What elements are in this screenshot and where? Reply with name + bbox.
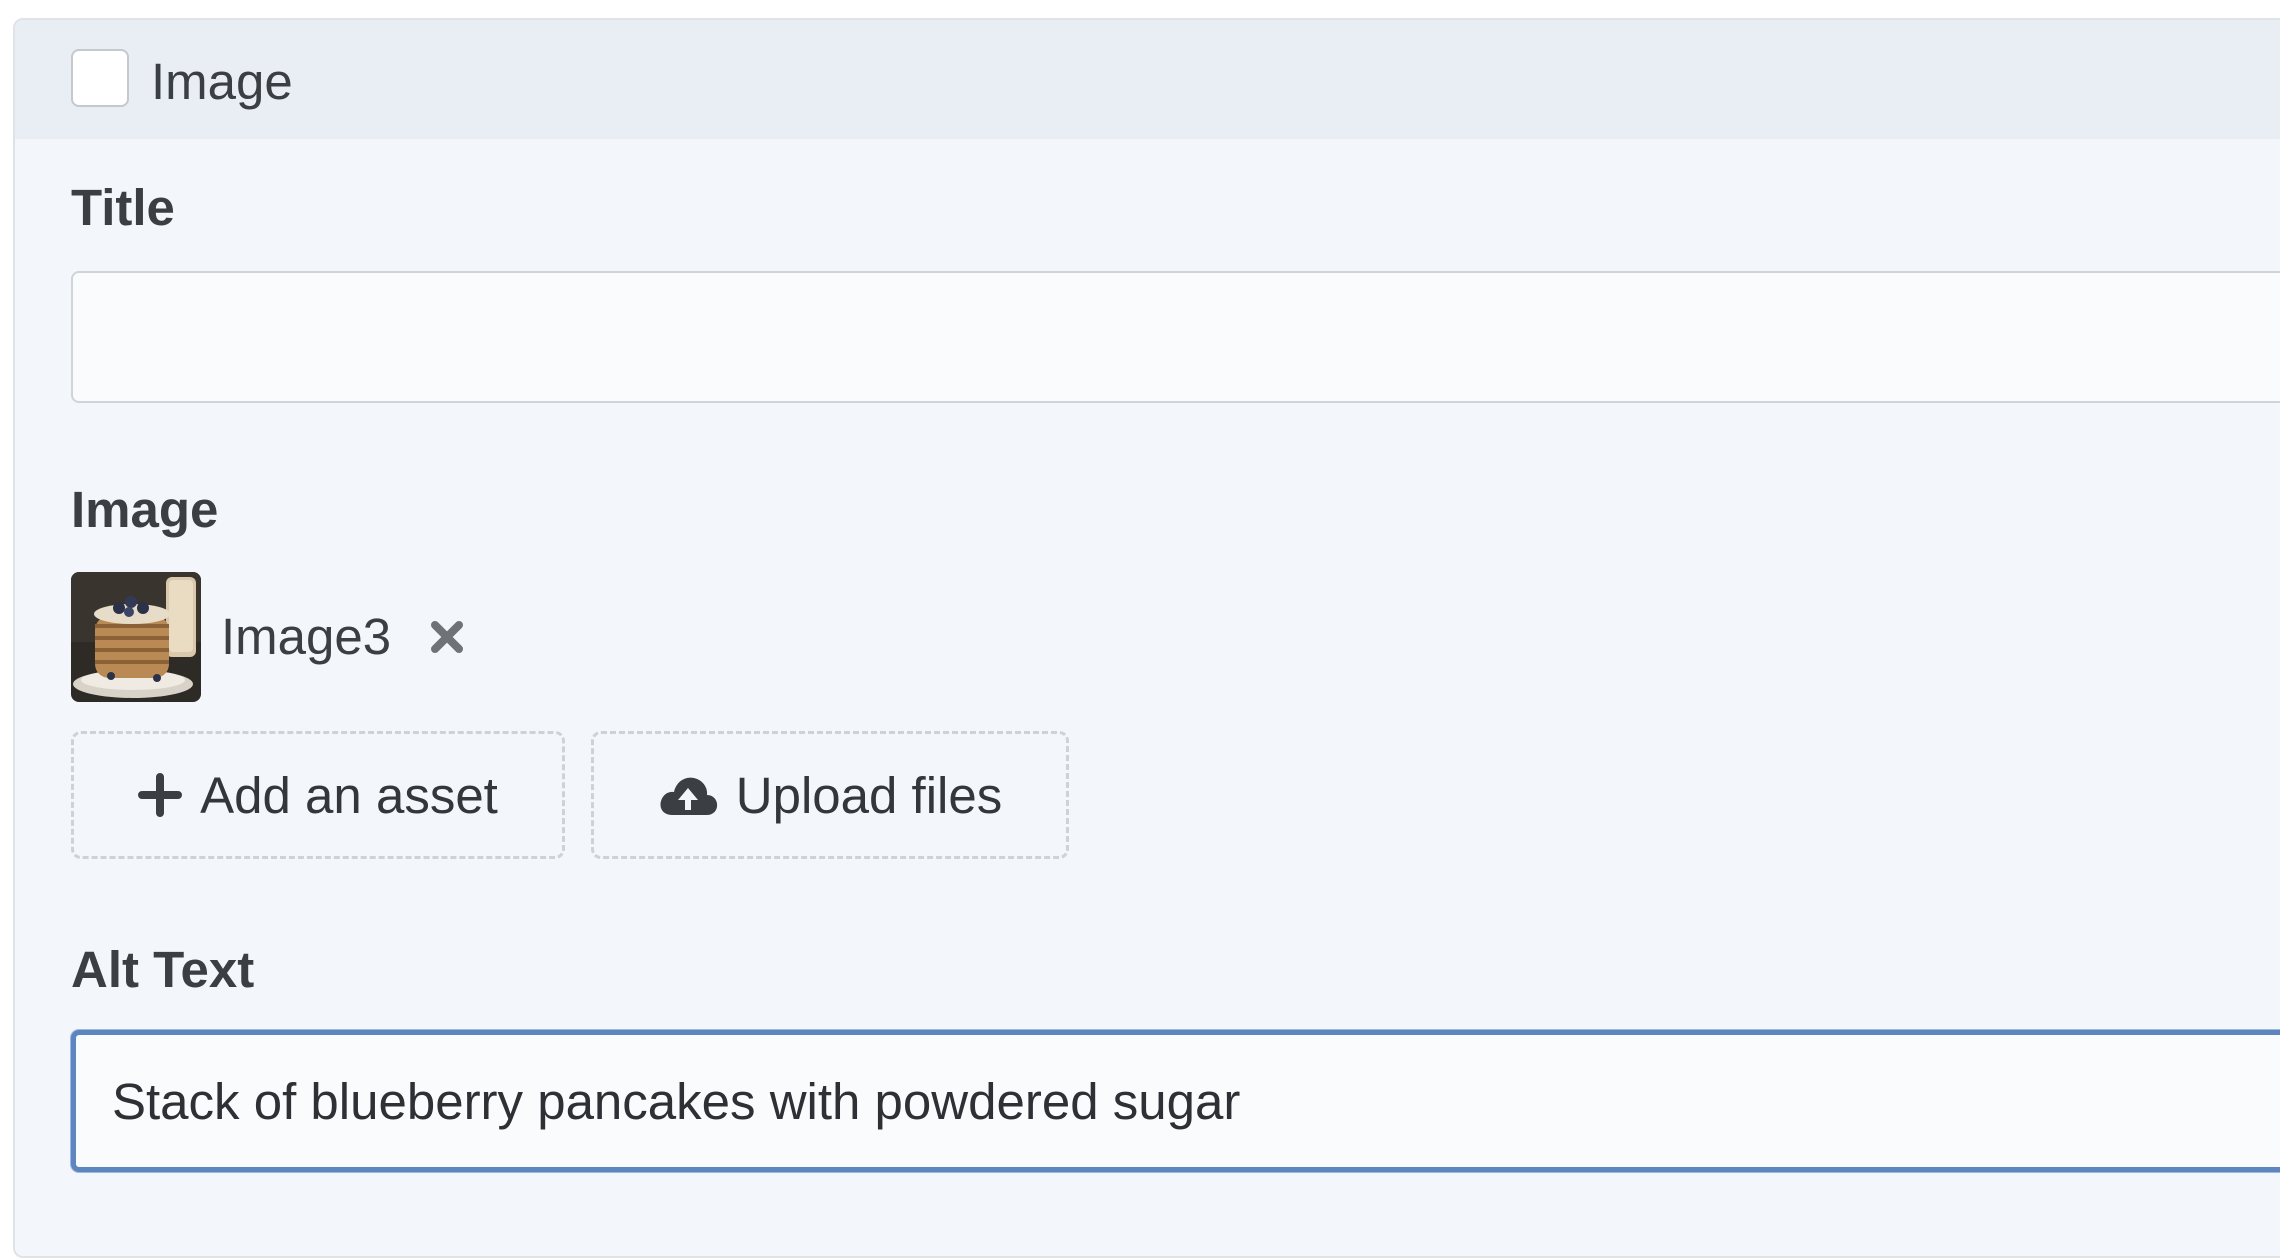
close-icon[interactable] [427, 617, 467, 657]
alt-text-input[interactable] [71, 1030, 2280, 1172]
title-label: Title [71, 179, 175, 236]
image-block-checkbox[interactable] [71, 49, 129, 107]
title-input[interactable] [71, 271, 2280, 403]
pancake-thumbnail[interactable] [71, 572, 201, 702]
cloud-upload-icon [658, 773, 718, 817]
asset-name: Image3 [221, 608, 392, 665]
image-block-panel: Image Title Image Image3 Add an asset Up… [13, 18, 2280, 1258]
plus-icon [138, 773, 183, 817]
selected-asset: Image3 [71, 572, 467, 702]
add-asset-label: Add an asset [200, 766, 498, 824]
image-label: Image [71, 481, 219, 538]
add-asset-button[interactable]: Add an asset [71, 731, 565, 859]
alt-text-label: Alt Text [71, 941, 255, 998]
panel-header-label: Image [151, 53, 293, 110]
upload-files-label: Upload files [735, 766, 1003, 824]
panel-header: Image [15, 20, 2280, 139]
upload-files-button[interactable]: Upload files [591, 731, 1069, 859]
